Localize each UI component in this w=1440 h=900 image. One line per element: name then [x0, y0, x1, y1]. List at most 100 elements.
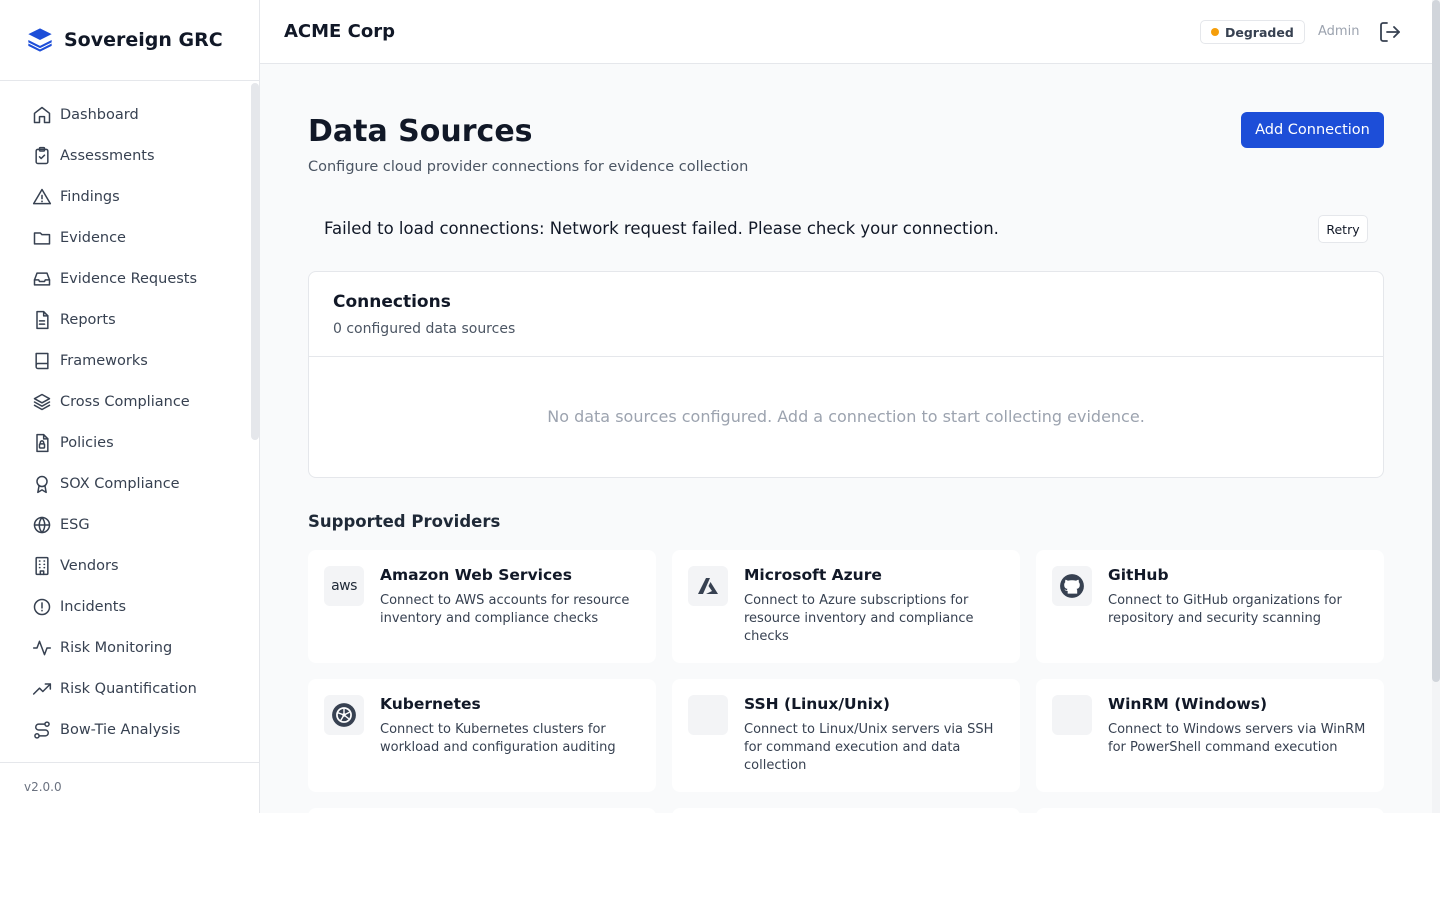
sidebar-nav: Dashboard Assessments Findings Evidence …	[0, 81, 259, 762]
sidebar-item-bow-tie-analysis[interactable]: Bow-Tie Analysis	[20, 712, 240, 748]
status-badge[interactable]: Degraded	[1200, 20, 1305, 44]
main-content: Data Sources Configure cloud provider co…	[260, 64, 1432, 813]
github-logo-icon	[1060, 574, 1084, 598]
provider-card-winrm[interactable]: WinRM (Windows) Connect to Windows serve…	[1036, 679, 1384, 792]
sidebar-item-label: Risk Monitoring	[60, 640, 173, 656]
error-message: Failed to load connections: Network requ…	[324, 219, 999, 238]
sidebar-item-findings[interactable]: Findings	[20, 179, 240, 215]
ssh-icon	[688, 695, 728, 735]
provider-description: Connect to Windows servers via WinRM for…	[1108, 722, 1366, 755]
sidebar-item-risk-quantification[interactable]: Risk Quantification	[20, 671, 240, 707]
provider-description: Connect to Kubernetes clusters for workl…	[380, 722, 616, 755]
logout-icon[interactable]	[1378, 20, 1402, 44]
sidebar-item-label: Policies	[60, 435, 114, 451]
sidebar-item-label: Dashboard	[60, 107, 139, 123]
sidebar-item-label: Reports	[60, 312, 116, 328]
provider-name: GitHub	[1108, 566, 1169, 584]
kubernetes-logo-icon	[332, 703, 356, 727]
provider-name: SSH (Linux/Unix)	[744, 695, 891, 713]
sidebar-item-label: Evidence	[60, 230, 126, 246]
alert-circle-icon	[33, 598, 51, 616]
sidebar-item-label: Frameworks	[60, 353, 148, 369]
sidebar-item-assessments[interactable]: Assessments	[20, 138, 240, 174]
sidebar-item-esg[interactable]: ESG	[20, 507, 240, 543]
provider-description: Connect to Azure subscriptions for resou…	[744, 593, 974, 644]
sidebar-item-policies[interactable]: Policies	[20, 425, 240, 461]
provider-card-aws[interactable]: aws Amazon Web Services Connect to AWS a…	[308, 550, 656, 663]
page-scrollbar-thumb[interactable]	[1432, 0, 1440, 682]
provider-name: Kubernetes	[380, 695, 481, 713]
connections-empty-state: No data sources configured. Add a connec…	[547, 407, 1145, 426]
provider-name: Microsoft Azure	[744, 566, 882, 584]
connections-card: Connections 0 configured data sources No…	[308, 271, 1384, 478]
connections-count: 0 configured data sources	[333, 321, 516, 337]
building-icon	[35, 556, 49, 576]
brand[interactable]: Sovereign GRC	[0, 0, 259, 81]
sidebar-item-sox-compliance[interactable]: SOX Compliance	[20, 466, 240, 502]
winrm-icon	[1052, 695, 1092, 735]
provider-card-partial[interactable]	[672, 808, 1020, 813]
inbox-icon	[33, 272, 51, 286]
add-connection-button[interactable]: Add Connection	[1241, 112, 1384, 148]
sidebar-item-dashboard[interactable]: Dashboard	[20, 97, 240, 133]
sidebar-item-label: Risk Quantification	[60, 681, 197, 697]
provider-card-kubernetes[interactable]: Kubernetes Connect to Kubernetes cluster…	[308, 679, 656, 792]
sidebar-scrollbar[interactable]	[251, 83, 259, 440]
provider-description: Connect to GitHub organizations for repo…	[1108, 593, 1342, 626]
kubernetes-icon	[324, 695, 364, 735]
alert-triangle-icon	[32, 188, 52, 205]
globe-icon	[33, 516, 51, 534]
page-title: Data Sources	[308, 114, 533, 149]
sidebar-item-vendors[interactable]: Vendors	[20, 548, 240, 584]
sidebar-item-label: Incidents	[60, 599, 127, 615]
connections-title: Connections	[333, 292, 451, 312]
home-icon	[33, 106, 51, 124]
clipboard-check-icon	[35, 146, 49, 165]
layers-logo-icon	[28, 28, 52, 52]
brand-name: Sovereign GRC	[64, 29, 223, 51]
layers-icon	[33, 393, 51, 411]
sidebar-item-incidents[interactable]: Incidents	[20, 589, 240, 625]
top-header: ACME Corp Degraded Admin	[260, 0, 1432, 64]
provider-name: Amazon Web Services	[380, 566, 572, 584]
sidebar-item-cross-compliance[interactable]: Cross Compliance	[20, 384, 240, 420]
azure-logo-icon	[698, 578, 718, 594]
book-icon	[35, 352, 49, 370]
connections-card-header: Connections 0 configured data sources	[309, 272, 1383, 357]
page-subtitle: Configure cloud provider connections for…	[308, 159, 749, 175]
provider-card-partial[interactable]	[308, 808, 656, 813]
app-root: Sovereign GRC Dashboard Assessments Find…	[0, 0, 1440, 813]
provider-card-partial[interactable]	[1036, 808, 1384, 813]
sidebar-item-label: Cross Compliance	[60, 394, 190, 410]
user-role: Admin	[1318, 24, 1360, 39]
sidebar-item-reports[interactable]: Reports	[20, 302, 240, 338]
route-icon	[34, 721, 50, 739]
azure-icon	[688, 566, 728, 606]
sidebar-item-label: ESG	[60, 517, 90, 533]
aws-icon: aws	[324, 566, 364, 606]
activity-icon	[32, 640, 52, 656]
aws-icon-label: aws	[331, 578, 357, 594]
sidebar-item-label: SOX Compliance	[60, 476, 180, 492]
page-scrollbar[interactable]	[1432, 0, 1440, 813]
provider-card-github[interactable]: GitHub Connect to GitHub organizations f…	[1036, 550, 1384, 663]
trending-up-icon	[32, 683, 52, 695]
file-lock-icon	[36, 433, 49, 453]
status-label: Degraded	[1225, 24, 1294, 40]
award-icon	[36, 475, 48, 494]
sidebar-item-label: Vendors	[60, 558, 119, 574]
providers-title: Supported Providers	[308, 512, 501, 531]
folder-icon	[33, 232, 51, 245]
sidebar-item-risk-monitoring[interactable]: Risk Monitoring	[20, 630, 240, 666]
github-icon	[1052, 566, 1092, 606]
sidebar: Sovereign GRC Dashboard Assessments Find…	[0, 0, 260, 813]
retry-button[interactable]: Retry	[1318, 215, 1368, 243]
app-version: v2.0.0	[0, 762, 259, 813]
provider-card-ssh[interactable]: SSH (Linux/Unix) Connect to Linux/Unix s…	[672, 679, 1020, 792]
sidebar-item-evidence-requests[interactable]: Evidence Requests	[20, 261, 240, 297]
provider-card-azure[interactable]: Microsoft Azure Connect to Azure subscri…	[672, 550, 1020, 663]
sidebar-item-evidence[interactable]: Evidence	[20, 220, 240, 256]
sidebar-item-frameworks[interactable]: Frameworks	[20, 343, 240, 379]
sidebar-item-label: Evidence Requests	[60, 271, 198, 287]
sidebar-item-label: Findings	[60, 189, 120, 205]
